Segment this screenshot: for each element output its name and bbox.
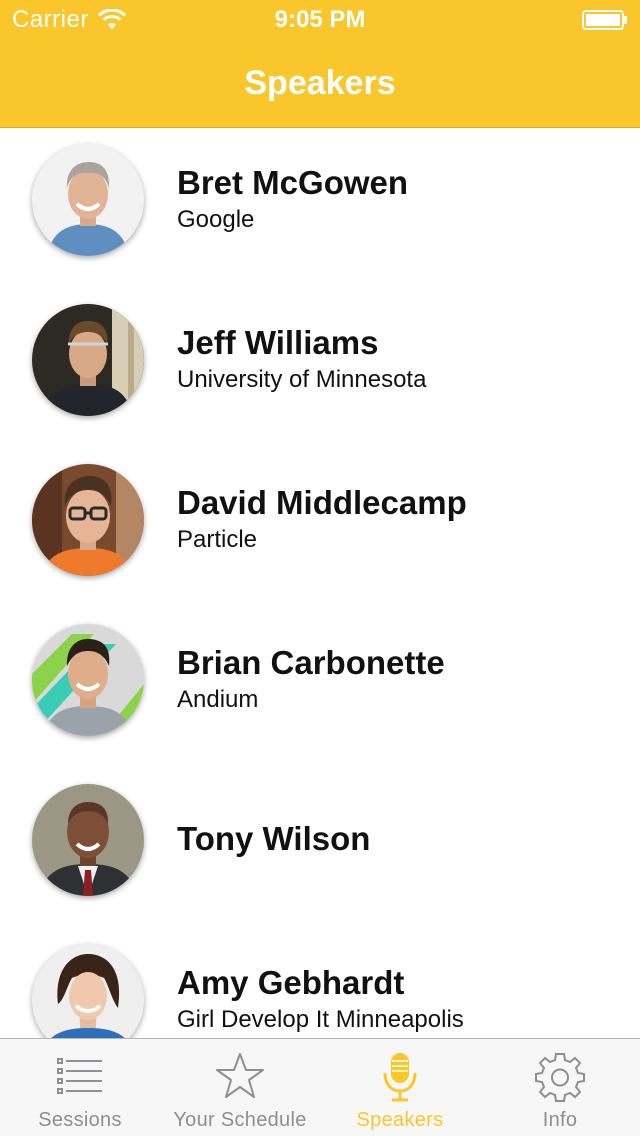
tab-info[interactable]: Info <box>480 1039 640 1136</box>
tab-speakers[interactable]: Speakers <box>320 1039 480 1136</box>
speaker-row[interactable]: Bret McGowen Google <box>0 128 640 288</box>
speaker-name: Brian Carbonette <box>177 644 445 681</box>
speaker-list[interactable]: Bret McGowen Google Jeff Williams Univer… <box>0 128 640 1038</box>
speaker-row[interactable]: Amy Gebhardt Girl Develop It Minneapolis <box>0 928 640 1038</box>
speaker-avatar <box>32 464 144 576</box>
speaker-row[interactable]: Tony Wilson <box>0 768 640 928</box>
speaker-organization: Particle <box>177 526 258 553</box>
speaker-avatar <box>32 784 144 896</box>
tab-sessions[interactable]: Sessions <box>0 1039 160 1136</box>
speaker-organization: Andium <box>177 686 259 713</box>
speaker-name: Bret McGowen <box>177 164 409 201</box>
list-icon <box>57 1058 102 1094</box>
speaker-avatar <box>32 144 144 256</box>
speakers-screen: Carrier 9:05 PM Speakers Bret McGowen Go… <box>0 0 640 1136</box>
speaker-row[interactable]: Jeff Williams University of Minnesota <box>0 288 640 448</box>
tab-your-schedule[interactable]: Your Schedule <box>160 1039 320 1136</box>
speaker-name: David Middlecamp <box>177 484 467 521</box>
speaker-row[interactable]: David Middlecamp Particle <box>0 448 640 608</box>
speaker-avatar <box>32 624 144 736</box>
tab-label: Your Schedule <box>173 1109 307 1131</box>
page-title: Speakers <box>244 64 396 102</box>
clock: 9:05 PM <box>274 6 366 33</box>
speaker-organization: University of Minnesota <box>177 366 427 393</box>
tab-label: Info <box>542 1109 578 1131</box>
star-icon <box>216 1053 264 1098</box>
speaker-name: Jeff Williams <box>177 324 379 361</box>
tab-label: Sessions <box>38 1109 122 1131</box>
status-bar: Carrier 9:05 PM <box>0 0 640 40</box>
speaker-name: Amy Gebhardt <box>177 964 405 1001</box>
speaker-avatar <box>32 304 144 416</box>
speaker-organization: Girl Develop It Minneapolis <box>177 1006 464 1033</box>
gear-icon <box>535 1053 585 1102</box>
tab-bar: Sessions Your Schedule Speakers Info <box>0 1038 640 1136</box>
microphone-icon <box>383 1053 417 1102</box>
battery-icon <box>582 10 627 30</box>
speaker-avatar <box>32 944 144 1038</box>
speaker-name: Tony Wilson <box>177 820 371 857</box>
navigation-header: Carrier 9:05 PM Speakers <box>0 0 640 128</box>
speaker-organization: Google <box>177 206 255 233</box>
tab-label: Speakers <box>356 1109 444 1131</box>
speaker-row[interactable]: Brian Carbonette Andium <box>0 608 640 768</box>
